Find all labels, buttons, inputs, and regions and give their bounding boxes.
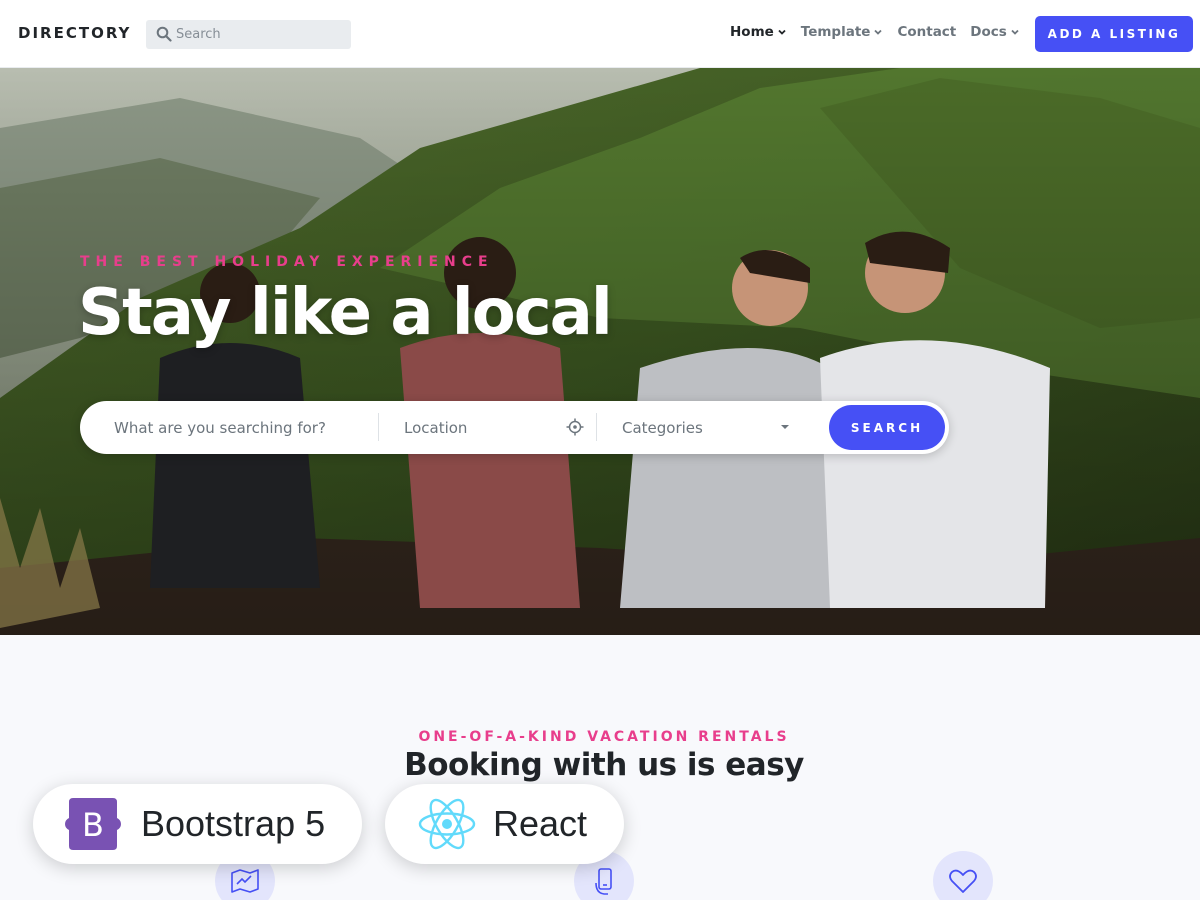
nav-menu: Home Template Contact Docs — [730, 24, 1034, 40]
chevron-down-icon — [1011, 29, 1019, 35]
location-input[interactable]: Location — [404, 401, 589, 454]
nav-item-docs[interactable]: Docs — [970, 24, 1020, 40]
badge-label: Bootstrap 5 — [141, 803, 326, 844]
map-icon — [231, 869, 259, 893]
section-subtitle: ONE-OF-A-KIND VACATION RENTALS — [418, 729, 790, 745]
nav-item-label: Docs — [970, 24, 1007, 40]
search-button[interactable]: SEARCH — [829, 405, 945, 450]
search-icon — [156, 26, 172, 42]
chevron-down-icon — [778, 29, 786, 35]
hero-section: THE BEST HOLIDAY EXPERIENCE Stay like a … — [0, 68, 1200, 635]
nav-item-label: Template — [800, 24, 871, 40]
hero-search-form: What are you searching for? Location Cat… — [80, 401, 949, 454]
bootstrap-badge: B Bootstrap 5 — [33, 784, 362, 864]
svg-text:B: B — [82, 806, 104, 844]
nav-item-template[interactable]: Template — [801, 24, 884, 40]
nav-item-home[interactable]: Home — [730, 24, 787, 40]
hero-subtitle: THE BEST HOLIDAY EXPERIENCE — [80, 254, 494, 270]
search-input[interactable] — [176, 20, 346, 49]
heart-icon — [949, 869, 977, 893]
hero-background-image — [0, 68, 1200, 635]
brand-logo[interactable]: DIRECTORY — [18, 24, 131, 42]
category-select[interactable]: Categories — [622, 401, 797, 454]
react-badge: React — [385, 784, 624, 864]
navbar: DIRECTORY Home Template Contact Docs ADD… — [0, 0, 1200, 68]
phone-hand-icon — [595, 868, 612, 895]
nav-item-contact[interactable]: Contact — [897, 24, 956, 40]
bootstrap-logo: B — [65, 798, 121, 850]
badge-label: React — [493, 803, 588, 844]
keyword-input[interactable]: What are you searching for? — [114, 401, 374, 454]
nav-item-label: Contact — [897, 24, 957, 40]
divider — [596, 413, 597, 441]
search-box[interactable] — [146, 20, 351, 49]
hero-title: Stay like a local — [78, 276, 613, 350]
section-title: Booking with us is easy — [404, 747, 804, 783]
caret-down-icon — [781, 425, 789, 429]
nav-item-label: Home — [730, 24, 774, 40]
feature-icon-circle — [933, 851, 993, 900]
chevron-down-icon — [874, 29, 883, 35]
divider — [378, 413, 379, 441]
crosshair-icon[interactable] — [566, 418, 584, 436]
react-logo — [418, 798, 476, 850]
add-listing-button[interactable]: ADD A LISTING — [1035, 16, 1193, 52]
